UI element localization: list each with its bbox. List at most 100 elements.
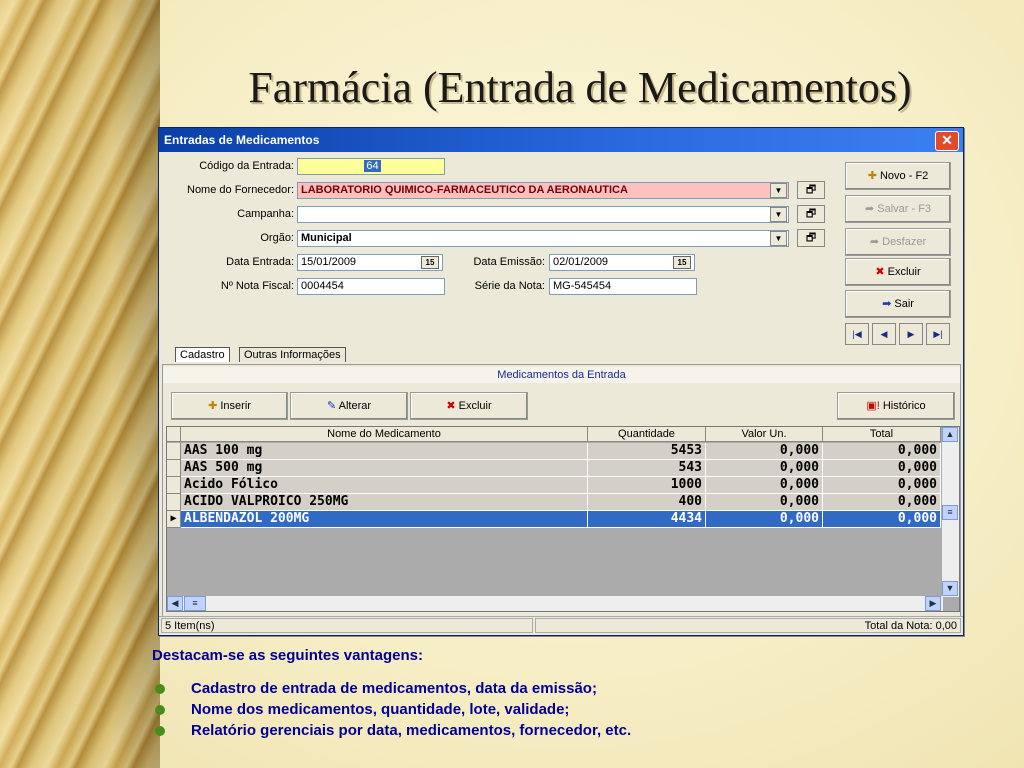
bullet-item: Nome dos medicamentos, quantidade, lote,… bbox=[155, 701, 631, 722]
orgao-field[interactable]: Municipal bbox=[297, 230, 789, 247]
window-title: Entradas de Medicamentos bbox=[164, 133, 320, 147]
inserir-button[interactable]: ✚ Inserir bbox=[171, 392, 288, 420]
codigo-label: Código da Entrada: bbox=[199, 160, 294, 172]
data-entrada-label: Data Entrada: bbox=[226, 256, 294, 268]
nota-fiscal-label: Nº Nota Fiscal: bbox=[220, 280, 294, 292]
cell-nome[interactable]: AAS 500 mg bbox=[181, 460, 588, 477]
cell-valor[interactable]: 0,000 bbox=[706, 460, 823, 477]
table-row[interactable]: ACIDO VALPROICO 250MG 400 0,000 0,000 bbox=[167, 494, 943, 511]
campanha-field[interactable] bbox=[297, 206, 789, 223]
close-button[interactable]: ✕ bbox=[935, 131, 959, 151]
row-indicator[interactable] bbox=[167, 477, 181, 494]
panel-header: Medicamentos da Entrada bbox=[163, 367, 960, 383]
bullet-list: Cadastro de entrada de medicamentos, dat… bbox=[155, 680, 631, 743]
status-items-count: 5 Item(ns) bbox=[161, 618, 533, 633]
table-row[interactable]: Ácido Fólico 1000 0,000 0,000 bbox=[167, 477, 943, 494]
grid-vertical-scrollbar[interactable]: ▲ ≡ ▼ bbox=[941, 427, 959, 597]
tab-cadastro[interactable]: Cadastro bbox=[175, 347, 230, 362]
salvar-button[interactable]: ➦ Salvar - F3 bbox=[845, 195, 951, 223]
medicamentos-panel: Medicamentos da Entrada ✚ Inserir ✎ Alte… bbox=[162, 364, 961, 628]
data-entrada-calendar-icon[interactable]: 15 bbox=[421, 256, 439, 269]
serie-label: Série da Nota: bbox=[474, 280, 545, 292]
cell-quantidade[interactable]: 4434 bbox=[588, 511, 706, 528]
sair-button[interactable]: ➡ Sair bbox=[845, 290, 951, 318]
add-icon: ✚ bbox=[208, 400, 221, 412]
codigo-field[interactable]: 64 bbox=[297, 158, 445, 175]
bullet-icon bbox=[155, 705, 165, 715]
campanha-dropdown-button[interactable]: ▼ bbox=[770, 207, 787, 222]
nota-fiscal-field[interactable]: 0004454 bbox=[297, 278, 445, 295]
cell-quantidade[interactable]: 400 bbox=[588, 494, 706, 511]
grid-header-total[interactable]: Total bbox=[823, 427, 941, 442]
cell-valor[interactable]: 0,000 bbox=[706, 511, 823, 528]
fornecedor-label: Nome do Fornecedor: bbox=[187, 184, 294, 196]
save-icon: ➦ bbox=[864, 203, 878, 215]
cell-valor[interactable]: 0,000 bbox=[706, 494, 823, 511]
cell-total[interactable]: 0,000 bbox=[823, 443, 941, 460]
hscroll-thumb[interactable]: ≡ bbox=[184, 596, 206, 611]
bullet-icon bbox=[155, 684, 165, 694]
data-emissao-label: Data Emissão: bbox=[473, 256, 545, 268]
nav-next-button[interactable]: ▶ bbox=[899, 323, 923, 345]
window-titlebar: Entradas de Medicamentos ✕ bbox=[159, 128, 963, 152]
fornecedor-field[interactable]: LABORATORIO QUIMICO-FARMACEUTICO DA AERO… bbox=[297, 182, 789, 199]
table-row[interactable]: AAS 100 mg 5453 0,000 0,000 bbox=[167, 443, 943, 460]
scroll-right-icon[interactable]: ▶ bbox=[925, 596, 941, 611]
cell-quantidade[interactable]: 1000 bbox=[588, 477, 706, 494]
cell-nome[interactable]: Ácido Fólico bbox=[181, 477, 588, 494]
cell-valor[interactable]: 0,000 bbox=[706, 477, 823, 494]
excluir-item-button[interactable]: ✖ Excluir bbox=[410, 392, 528, 420]
data-emissao-calendar-icon[interactable]: 15 bbox=[673, 256, 691, 269]
bullet-icon bbox=[155, 726, 165, 736]
row-indicator[interactable] bbox=[167, 494, 181, 511]
fornecedor-lookup-button[interactable]: 🗗 bbox=[797, 181, 825, 199]
orgao-dropdown-button[interactable]: ▼ bbox=[770, 231, 787, 246]
scroll-thumb[interactable]: ≡ bbox=[942, 505, 958, 520]
row-indicator[interactable] bbox=[167, 460, 181, 477]
add-icon: ✚ bbox=[867, 170, 880, 182]
status-total-nota: Total da Nota: 0,00 bbox=[535, 618, 961, 633]
orgao-lookup-button[interactable]: 🗗 bbox=[797, 229, 825, 247]
cell-valor[interactable]: 0,000 bbox=[706, 443, 823, 460]
historico-button[interactable]: ▣! Histórico bbox=[837, 392, 955, 420]
intro-text: Destacam-se as seguintes vantagens: bbox=[152, 647, 423, 664]
serie-field[interactable]: MG-545454 bbox=[549, 278, 697, 295]
alterar-button[interactable]: ✎ Alterar bbox=[290, 392, 408, 420]
cell-total[interactable]: 0,000 bbox=[823, 460, 941, 477]
medicamentos-grid: Nome do Medicamento Quantidade Valor Un.… bbox=[166, 426, 960, 612]
row-indicator[interactable]: ▶ bbox=[167, 511, 181, 528]
grid-header-nome[interactable]: Nome do Medicamento bbox=[181, 427, 588, 442]
tab-outras-informacoes[interactable]: Outras Informações bbox=[239, 347, 346, 362]
cell-total[interactable]: 0,000 bbox=[823, 494, 941, 511]
scroll-left-icon[interactable]: ◀ bbox=[167, 596, 183, 611]
cell-total[interactable]: 0,000 bbox=[823, 511, 941, 528]
grid-horizontal-scrollbar[interactable]: ◀ ≡ ▶ bbox=[167, 595, 943, 611]
campanha-lookup-button[interactable]: 🗗 bbox=[797, 205, 825, 223]
nav-prev-button[interactable]: ◀ bbox=[872, 323, 896, 345]
grid-header-valor[interactable]: Valor Un. bbox=[706, 427, 823, 442]
grid-header-quantidade[interactable]: Quantidade bbox=[588, 427, 706, 442]
scroll-up-icon[interactable]: ▲ bbox=[942, 427, 958, 442]
novo-button[interactable]: ✚ Novo - F2 bbox=[845, 162, 951, 190]
cell-quantidade[interactable]: 5453 bbox=[588, 443, 706, 460]
cell-total[interactable]: 0,000 bbox=[823, 477, 941, 494]
delete-icon: ✖ bbox=[446, 400, 459, 412]
table-row[interactable]: AAS 500 mg 543 0,000 0,000 bbox=[167, 460, 943, 477]
table-row[interactable]: ▶ ALBENDAZOL 200MG 4434 0,000 0,000 bbox=[167, 511, 943, 528]
excluir-button[interactable]: ✖ Excluir bbox=[845, 258, 951, 286]
fornecedor-dropdown-button[interactable]: ▼ bbox=[770, 183, 787, 198]
bullet-item: Cadastro de entrada de medicamentos, dat… bbox=[155, 680, 631, 701]
history-icon: ▣! bbox=[866, 400, 883, 412]
cell-nome[interactable]: AAS 100 mg bbox=[181, 443, 588, 460]
scroll-down-icon[interactable]: ▼ bbox=[942, 581, 958, 596]
row-indicator[interactable] bbox=[167, 443, 181, 460]
wood-border-decoration bbox=[0, 0, 160, 768]
nav-last-button[interactable]: ▶| bbox=[926, 323, 950, 345]
cell-quantidade[interactable]: 543 bbox=[588, 460, 706, 477]
delete-icon: ✖ bbox=[875, 266, 888, 278]
desfazer-button[interactable]: ➦ Desfazer bbox=[845, 228, 951, 256]
nav-first-button[interactable]: |◀ bbox=[845, 323, 869, 345]
cell-nome[interactable]: ALBENDAZOL 200MG bbox=[181, 511, 588, 528]
app-window: Entradas de Medicamentos ✕ Código da Ent… bbox=[158, 127, 964, 636]
cell-nome[interactable]: ACIDO VALPROICO 250MG bbox=[181, 494, 588, 511]
